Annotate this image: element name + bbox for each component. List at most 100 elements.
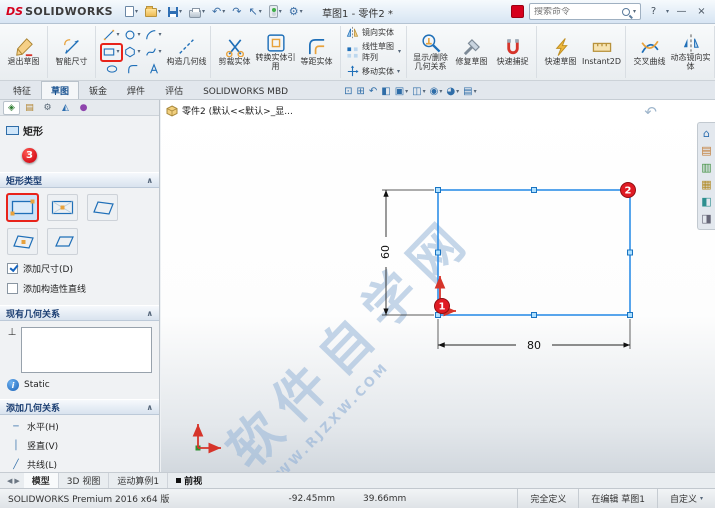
collapse-arrow-icon[interactable]: ↶	[644, 103, 657, 121]
mirror-entities-button[interactable]: 镜向实体	[346, 26, 401, 39]
corner-rectangle-type-button[interactable]	[6, 193, 39, 222]
parallelogram-button[interactable]	[47, 228, 78, 255]
polygon-tool[interactable]: ▾	[122, 44, 143, 61]
add-construction-lines-checkbox[interactable]: 添加构造性直线	[7, 282, 152, 295]
open-document-button[interactable]: ▾	[143, 5, 163, 18]
motion-study-tab[interactable]: 运动算例1	[109, 473, 169, 488]
dimxpertmanager-tab[interactable]: ◭	[57, 101, 74, 115]
print-button[interactable]: ▾	[187, 5, 207, 19]
linear-pattern-button[interactable]: 线性草图阵列 ▾	[346, 41, 401, 63]
sketch-rectangle[interactable]	[437, 189, 631, 316]
checkbox-unchecked-icon[interactable]	[7, 283, 18, 294]
save-button[interactable]: ▾	[166, 6, 184, 18]
tab-weldments[interactable]: 焊件	[117, 81, 155, 99]
apply-scene-button[interactable]: ▤ ▾	[463, 86, 476, 97]
three-point-corner-rectangle-icon	[93, 201, 114, 215]
three-point-corner-rectangle-button[interactable]	[87, 194, 118, 221]
corner-rectangle-tool[interactable]: ▾	[100, 42, 123, 62]
checkbox-checked-icon[interactable]	[7, 263, 18, 274]
3d-views-tab[interactable]: 3D 视图	[59, 473, 110, 488]
scroll-right-icon[interactable]: ▶	[14, 477, 19, 485]
edit-appearance-button[interactable]: ◕ ▾	[446, 86, 459, 97]
move-entities-button[interactable]: 移动实体 ▾	[346, 65, 401, 78]
scroll-left-icon[interactable]: ◀	[7, 477, 12, 485]
arc-tool[interactable]: ▾	[143, 27, 164, 44]
quick-snaps-button[interactable]: 快速捕捉	[492, 36, 533, 68]
search-caret-icon[interactable]: ▾	[633, 8, 636, 15]
repair-sketch-button[interactable]: 修复草图	[451, 36, 492, 68]
add-dimensions-checkbox[interactable]: 添加尺寸(D)	[7, 262, 152, 275]
solidworks-resources-tab-icon[interactable]: ⌂	[703, 128, 710, 139]
help-caret-icon[interactable]: ▾	[666, 8, 669, 15]
display-style-button[interactable]: ◫ ▾	[412, 86, 425, 97]
redo-button[interactable]: ↷	[230, 5, 243, 18]
help-button[interactable]: ?	[646, 6, 661, 17]
flyout-feature-tree[interactable]: 零件2 (默认<<默认>_显...	[166, 104, 293, 117]
tab-solidworks-mbd[interactable]: SOLIDWORKS MBD	[193, 84, 298, 99]
propertymanager-tab[interactable]: ▤	[21, 101, 38, 115]
offset-entities-button[interactable]: 等距实体	[296, 36, 337, 68]
rapid-sketch-button[interactable]: 快速草图	[540, 36, 581, 68]
dimension-width[interactable]: 80	[438, 339, 630, 352]
construction-geometry-button[interactable]: 构造几何线	[166, 36, 207, 68]
tab-sketch[interactable]: 草图	[41, 81, 80, 99]
tab-scroll-arrows[interactable]: ◀ ▶	[3, 477, 24, 485]
custom-properties-tab-icon[interactable]: ◨	[701, 213, 711, 224]
spline-tool[interactable]: ▾	[143, 44, 164, 61]
previous-view-button[interactable]: ↶	[369, 86, 377, 97]
existing-relations-header[interactable]: 现有几何关系 ∧	[0, 305, 159, 321]
convert-entities-button[interactable]: 转换实体引用	[255, 32, 296, 73]
options-button[interactable]: ⚙ ▾	[287, 5, 305, 18]
smart-dimension-button[interactable]: 智能尺寸	[51, 36, 92, 68]
solidworks-resources-icon[interactable]	[510, 5, 524, 18]
file-explorer-tab-icon[interactable]: ▥	[701, 162, 711, 173]
center-rectangle-type-button[interactable]	[47, 194, 78, 221]
model-tab[interactable]: 模型	[23, 473, 59, 488]
tab-sheet-metal[interactable]: 钣金	[79, 81, 117, 99]
add-relations-header[interactable]: 添加几何关系 ∧	[0, 399, 159, 415]
sketch-text-tool[interactable]	[143, 61, 164, 78]
appearances-scenes-tab-icon[interactable]: ◧	[701, 196, 711, 207]
view-palette-tab-icon[interactable]: ▦	[701, 179, 711, 190]
units-selector[interactable]: 自定义 ▾	[656, 489, 715, 508]
rebuild-button[interactable]: ▾	[267, 4, 284, 19]
horizontal-relation-item[interactable]: ─ 水平(H)	[7, 417, 152, 436]
displaymanager-tab[interactable]: ●	[75, 101, 92, 115]
vertical-relation-item[interactable]: │ 竖直(V)	[7, 436, 152, 455]
width-dimension-value[interactable]: 80	[527, 339, 541, 352]
featuremanager-tab[interactable]: ◈	[3, 100, 20, 115]
undo-button[interactable]: ↶ ▾	[210, 5, 227, 18]
tab-evaluate[interactable]: 评估	[155, 81, 193, 99]
rectangle-type-header[interactable]: 矩形类型 ∧	[0, 172, 159, 188]
zoom-area-button[interactable]: ⊞	[356, 86, 364, 97]
ellipse-tool[interactable]	[101, 61, 122, 78]
zoom-fit-button[interactable]: ⊡	[344, 86, 352, 97]
display-delete-relations-button[interactable]: 显示/删除几何关系	[410, 32, 451, 73]
select-button[interactable]: ↖ ▾	[247, 5, 264, 18]
exit-sketch-button[interactable]: 退出草图	[3, 36, 44, 68]
configurationmanager-tab[interactable]: ⚙	[39, 101, 56, 115]
view-orientation-button[interactable]: ▣ ▾	[395, 86, 408, 97]
hide-show-items-button[interactable]: ◉ ▾	[430, 86, 443, 97]
new-document-button[interactable]: ▾	[123, 5, 140, 18]
dynamic-mirror-button[interactable]: 动态镜向实体	[670, 32, 711, 73]
height-dimension-value[interactable]: 60	[379, 245, 392, 259]
fillet-tool[interactable]	[122, 61, 143, 78]
graphics-area[interactable]: 零件2 (默认<<默认>_显... ↶ ⌂ ▤ ▥ ▦ ◧ ◨ 软件自学网 WW…	[161, 100, 715, 472]
design-library-tab-icon[interactable]: ▤	[701, 145, 711, 156]
collinear-relation-item[interactable]: ╱ 共线(L)	[7, 455, 152, 472]
sketch-canvas[interactable]: 60 80 1 2	[161, 100, 715, 472]
line-tool[interactable]: ▾	[101, 27, 122, 44]
tab-features[interactable]: 特征	[3, 81, 41, 99]
instant2d-button[interactable]: Instant2D	[581, 36, 622, 68]
search-input[interactable]	[533, 6, 619, 17]
three-point-center-rectangle-button[interactable]	[7, 228, 38, 255]
trim-entities-button[interactable]: 剪裁实体	[214, 36, 255, 68]
close-button[interactable]: ×	[694, 6, 709, 17]
circle-tool[interactable]: ▾	[122, 27, 143, 44]
relations-listbox[interactable]	[21, 327, 152, 373]
minimize-button[interactable]: —	[674, 6, 689, 17]
intersection-curve-button[interactable]: 交叉曲线	[629, 36, 670, 68]
dimension-height[interactable]: 60	[379, 190, 392, 315]
section-view-button[interactable]: ◧	[381, 86, 390, 97]
